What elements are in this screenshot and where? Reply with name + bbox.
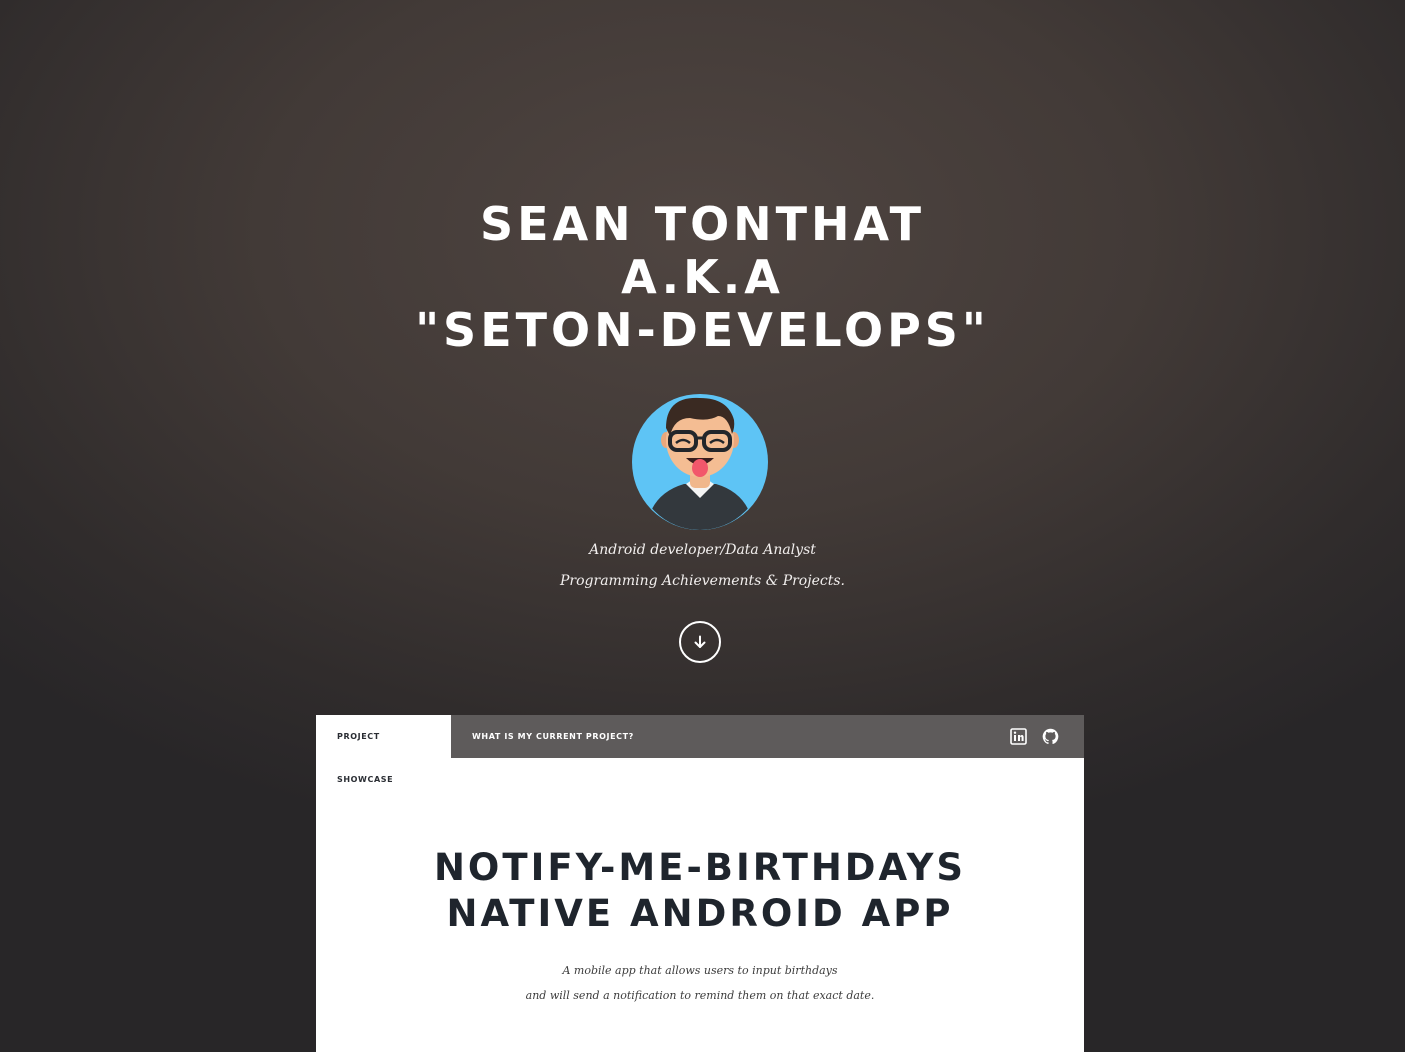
project-title-line: NATIVE ANDROID APP	[446, 892, 954, 935]
avatar	[632, 394, 768, 530]
tagline-subtitle: Programming Achievements & Projects.	[560, 573, 845, 589]
content-panel: PROJECT SHOWCASE WHAT IS MY CURRENT PROJ…	[316, 715, 1084, 1052]
tab-current-project[interactable]: WHAT IS MY CURRENT PROJECT?	[451, 715, 655, 758]
linkedin-icon[interactable]	[1010, 728, 1027, 745]
tab-project-showcase[interactable]: PROJECT SHOWCASE	[316, 715, 451, 784]
project-title-line: NOTIFY-ME-BIRTHDAYS	[433, 846, 967, 889]
scroll-down-button[interactable]	[679, 621, 721, 663]
tagline-role: Android developer/Data Analyst	[589, 542, 816, 558]
project-description-line: and will send a notification to remind t…	[525, 989, 875, 1002]
hero-title: SEAN TONTHAT A.K.A "SETON-DEVELOPS"	[0, 198, 1405, 357]
project-description-line: A mobile app that allows users to input …	[562, 964, 838, 977]
project-title: NOTIFY-ME-BIRTHDAYS NATIVE ANDROID APP	[316, 845, 1084, 937]
arrow-down-icon	[694, 635, 706, 648]
cartoon-avatar-icon	[632, 394, 768, 530]
hero-title-line: SEAN TONTHAT	[480, 197, 925, 251]
hero-title-line: A.K.A	[621, 250, 784, 304]
tab-bar: PROJECT SHOWCASE WHAT IS MY CURRENT PROJ…	[316, 715, 1084, 784]
github-icon[interactable]	[1042, 728, 1059, 745]
hero-title-line: "SETON-DEVELOPS"	[415, 303, 990, 357]
